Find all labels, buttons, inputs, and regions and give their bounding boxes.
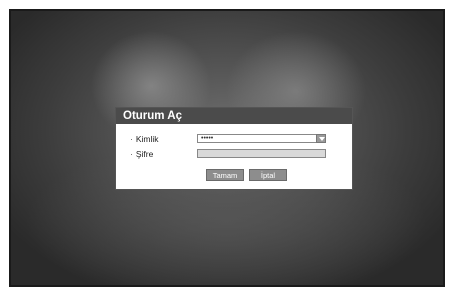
login-dialog: Oturum Aç · Kimlik ••••• · Şifre Tamam İpt… xyxy=(115,107,353,190)
password-label-row: · Şifre xyxy=(130,149,153,159)
password-input[interactable] xyxy=(197,149,326,158)
id-select[interactable]: ••••• xyxy=(197,134,326,143)
id-label-row: · Kimlik xyxy=(130,134,159,144)
bullet-icon: · xyxy=(130,134,133,144)
dialog-body: · Kimlik ••••• · Şifre Tamam İptal xyxy=(116,124,352,190)
cancel-button[interactable]: İptal xyxy=(249,169,287,181)
dialog-title: Oturum Aç xyxy=(116,108,352,124)
id-select-value: ••••• xyxy=(201,135,214,142)
password-label: Şifre xyxy=(135,149,154,159)
bullet-icon: · xyxy=(130,149,133,159)
chevron-down-icon[interactable] xyxy=(316,134,326,143)
ok-button[interactable]: Tamam xyxy=(206,169,244,181)
id-label: Kimlik xyxy=(135,134,159,144)
